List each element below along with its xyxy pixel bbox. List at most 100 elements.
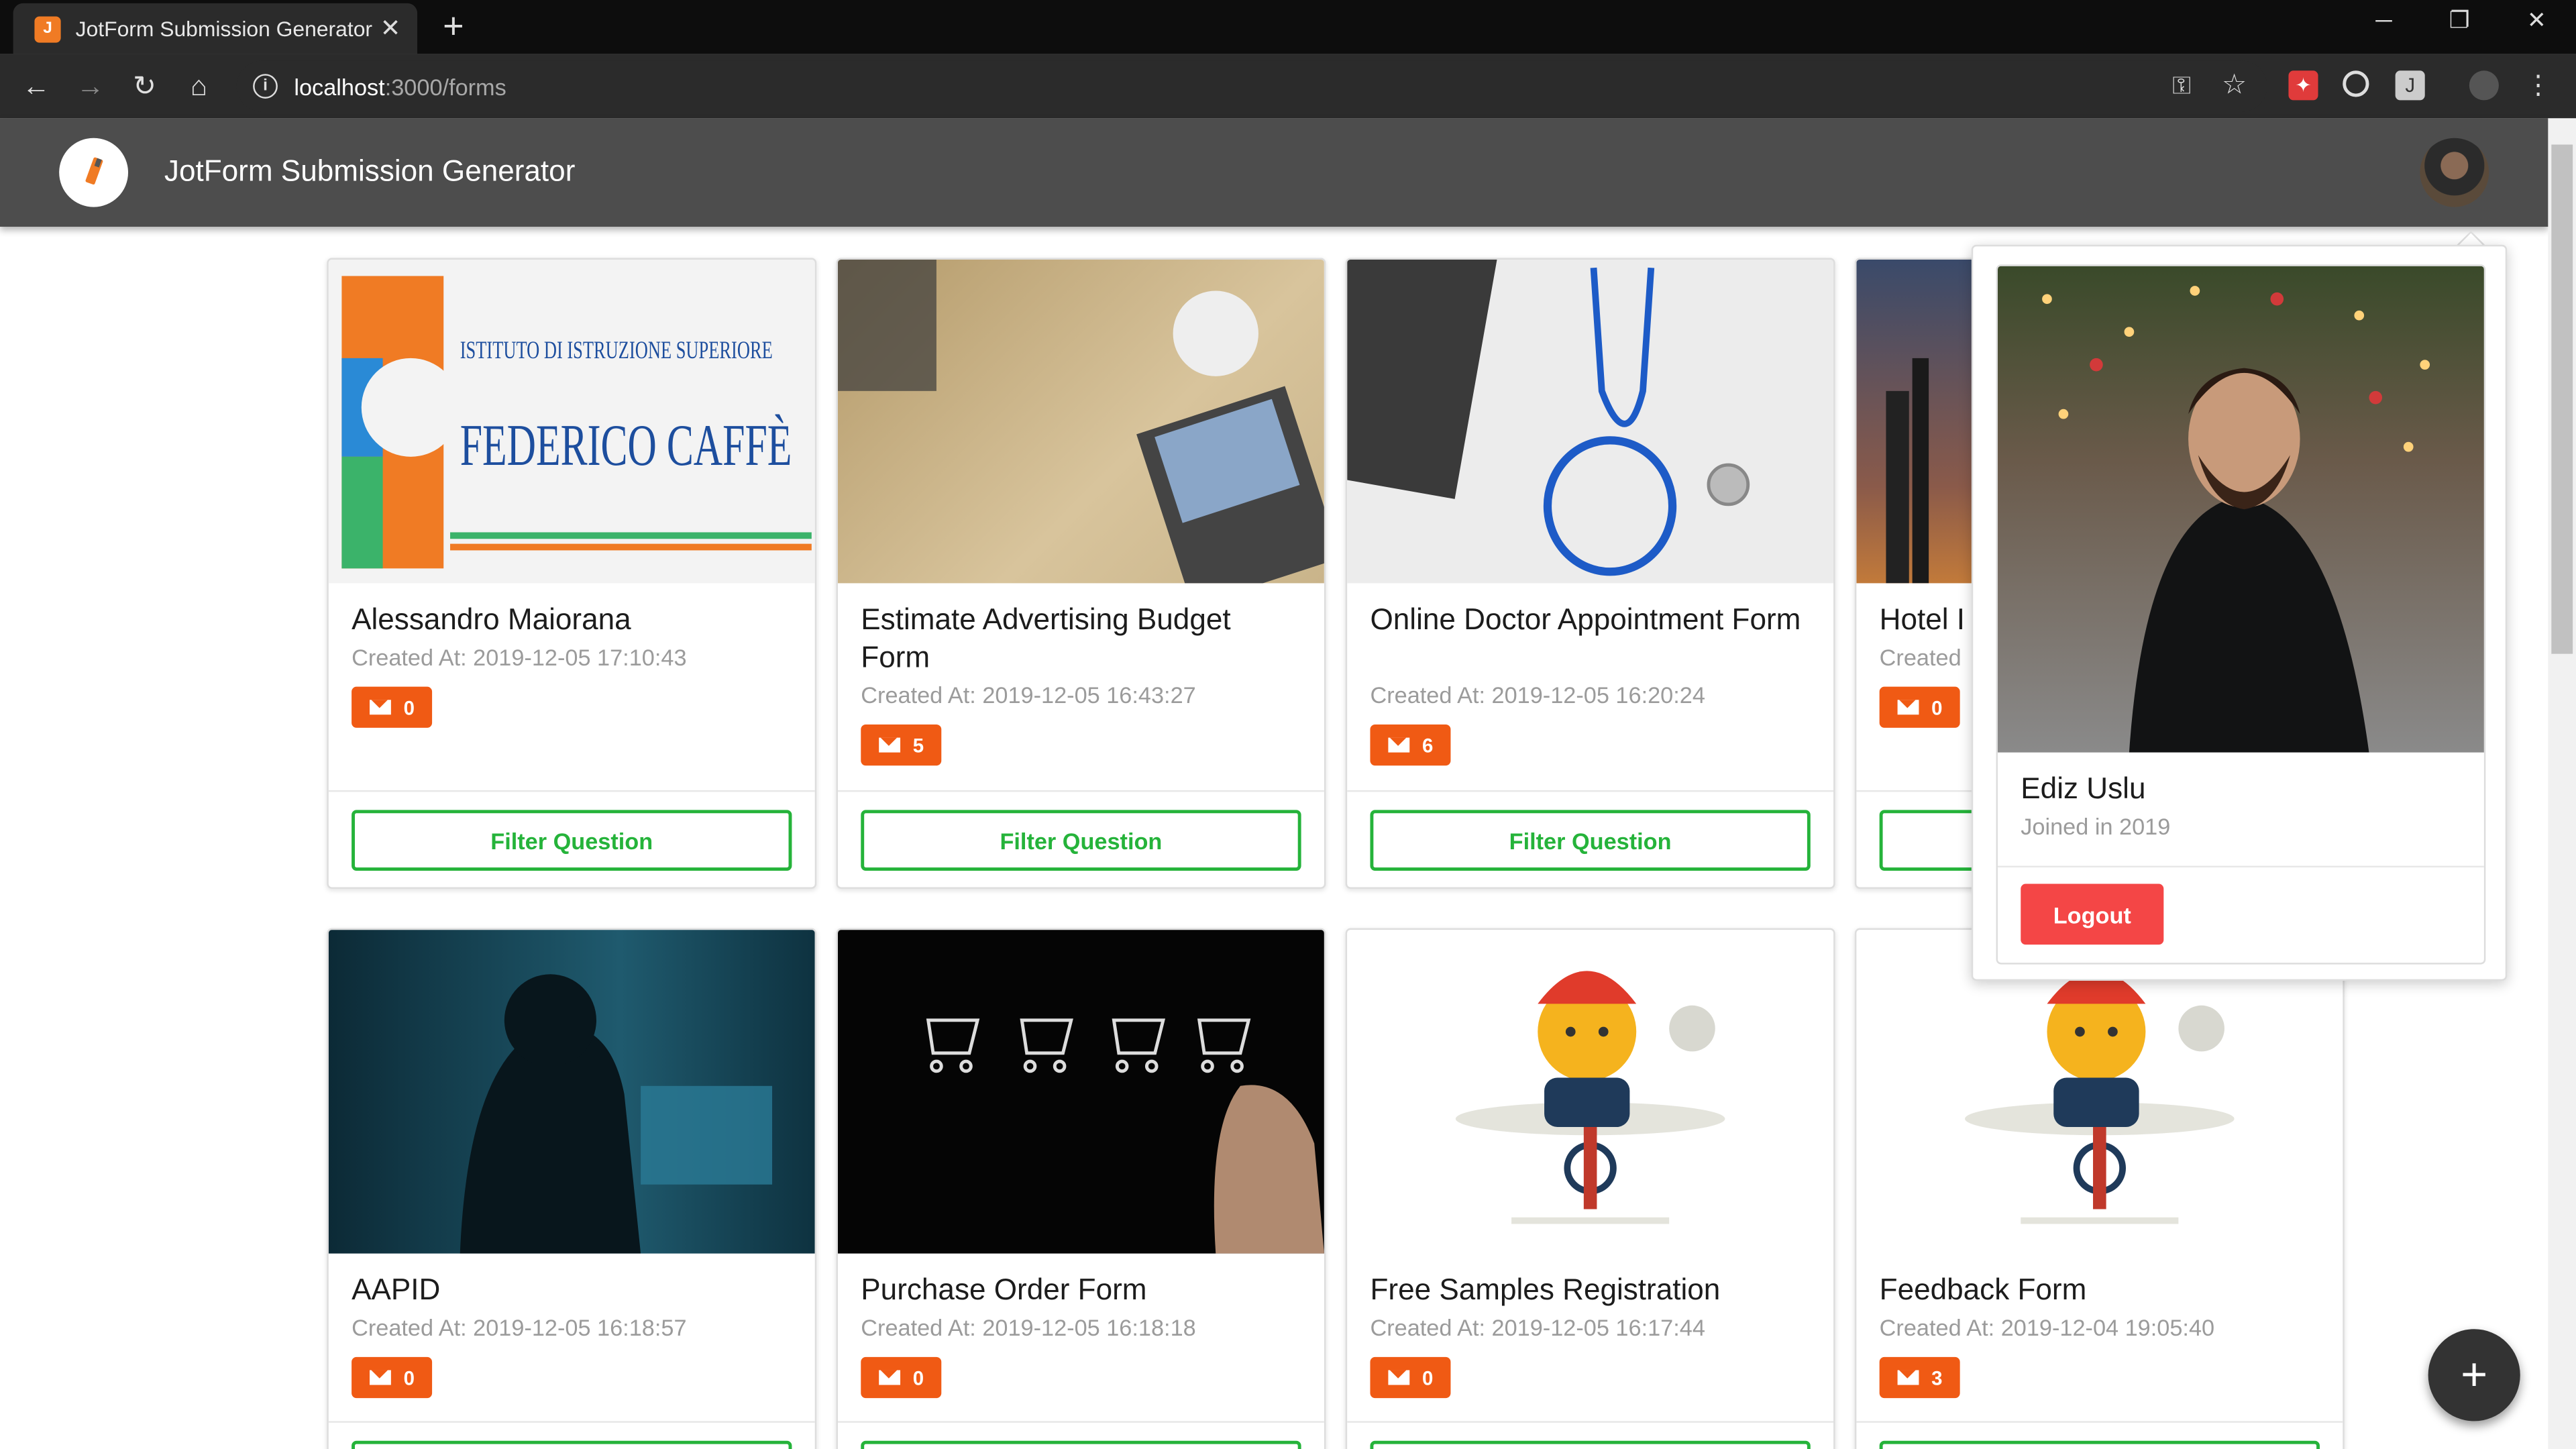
app-logo-icon[interactable] [59,138,129,207]
card-divider [1347,790,1834,792]
card-image [837,930,1324,1254]
card-title[interactable]: Feedback Form [1880,1272,2323,1309]
card-created-at: Created At: 2019-12-05 16:20:24 [1370,682,1705,708]
card-created-at: Created At: 2019-12-05 16:17:44 [1370,1314,1705,1341]
card-divider [837,1421,1324,1423]
close-window-icon[interactable]: ✕ [2514,7,2560,35]
submission-count: 3 [1931,1366,1943,1389]
profile-popup: Ediz Uslu Joined in 2019 Logout [1971,244,2508,981]
menu-icon[interactable]: ⋮ [2524,70,2553,101]
card-image [1347,930,1834,1254]
star-icon[interactable]: ☆ [2220,69,2249,101]
card-created-at: Created At: 2019-12-05 16:18:18 [861,1314,1196,1341]
submission-count-badge[interactable]: 0 [352,686,433,728]
extension-red-icon[interactable]: ✦ [2288,70,2318,101]
user-avatar[interactable] [2420,138,2489,207]
envelope-icon [1896,1370,1919,1385]
key-icon[interactable]: ⚿ [2167,70,2196,100]
site-info-icon[interactable]: i [253,74,278,99]
add-form-button[interactable]: + [2428,1329,2520,1421]
target-extension-icon[interactable] [2343,70,2369,97]
form-card: Estimate Advertising Budget Form Created… [836,258,1326,889]
envelope-icon [1896,700,1919,715]
card-image [1347,259,1834,584]
back-icon[interactable]: ← [18,69,54,105]
card-divider [837,790,1324,792]
profile-photo [1997,266,2484,753]
browser-tab[interactable]: J JotForm Submission Generator ✕ [13,3,418,54]
filter-question-button[interactable]: Filter Question [861,810,1301,871]
card-title[interactable]: Purchase Order Form [861,1272,1304,1309]
card-divider [1856,1421,2343,1423]
close-tab-icon[interactable]: ✕ [380,13,401,43]
envelope-icon [369,700,391,715]
card-divider [1347,1421,1834,1423]
card-title[interactable]: Online Doctor Appointment Form [1370,601,1813,639]
profile-avatar-icon[interactable] [2469,70,2499,101]
form-card: AAPID Created At: 2019-12-05 16:18:57 0 [327,928,817,1449]
submission-count-badge[interactable]: 5 [861,724,942,766]
filter-question-button[interactable] [352,1440,792,1449]
submission-count: 0 [1931,696,1943,719]
filter-question-button[interactable] [1879,1440,2320,1449]
envelope-icon [1387,737,1409,753]
browser-toolbar: ← → ↻ ⌂ i localhost:3000/forms ⚿ ☆ ✦ J ⋮ [0,54,2576,119]
submission-count: 0 [403,696,415,719]
profile-name: Ediz Uslu [2021,772,2146,806]
app-title: JotForm Submission Generator [164,154,576,188]
forward-icon[interactable]: → [72,69,109,105]
filter-question-button[interactable] [861,1440,1301,1449]
form-card: Feedback Form Created At: 2019-12-04 19:… [1854,928,2345,1449]
submission-count: 0 [1421,1366,1434,1389]
profile-divider [1997,865,2484,868]
submission-count: 5 [912,733,924,757]
image-school-name: ISTITUTO DI ISTRUZIONE SUPERIORE [460,338,773,365]
card-created-at: Created At: 2019-12-05 16:18:57 [352,1314,687,1341]
url-text: localhost:3000/forms [294,72,506,100]
envelope-icon [369,1370,391,1385]
reload-icon[interactable]: ↻ [127,69,163,105]
card-divider [328,1421,815,1423]
submission-count-badge[interactable]: 0 [1879,686,1960,728]
form-card: Purchase Order Form Created At: 2019-12-… [836,928,1326,1449]
profile-card: Ediz Uslu Joined in 2019 Logout [1996,264,2486,965]
card-title[interactable]: Free Samples Registration [1370,1272,1813,1309]
tab-title: JotForm Submission Generator [75,16,373,42]
home-icon[interactable]: ⌂ [180,69,217,105]
form-card: ISTITUTO DI ISTRUZIONE SUPERIORE FEDERIC… [327,258,817,889]
minimize-icon[interactable]: ─ [2361,7,2407,33]
card-created-at: Created At: 2019-12-04 19:05:40 [1879,1314,2215,1341]
jotform-extension-icon[interactable]: J [2395,70,2425,101]
card-image: ISTITUTO DI ISTRUZIONE SUPERIORE FEDERIC… [328,259,815,584]
envelope-icon [878,1370,900,1385]
form-card: Online Doctor Appointment Form Created A… [1345,258,1835,889]
card-title[interactable]: Estimate Advertising Budget Form [861,601,1304,677]
submission-count: 0 [403,1366,415,1389]
envelope-icon [878,737,900,753]
filter-question-button[interactable]: Filter Question [352,810,792,871]
scrollbar-thumb[interactable] [2551,144,2573,654]
address-bar[interactable]: i localhost:3000/forms [236,60,2267,112]
card-image [837,259,1324,606]
filter-question-button[interactable]: Filter Question [1370,810,1811,871]
card-title[interactable]: AAPID [352,1272,795,1309]
profile-joined: Joined in 2019 [2021,813,2171,840]
submission-count-badge[interactable]: 6 [1370,724,1451,766]
card-image [328,930,815,1254]
submission-count-badge[interactable]: 0 [1370,1356,1451,1399]
submission-count: 0 [912,1366,924,1389]
card-created-at: Created [1879,644,1962,671]
new-tab-button[interactable]: + [431,3,477,50]
card-title[interactable]: Alessandro Maiorana [352,601,795,639]
submission-count-badge[interactable]: 0 [352,1356,433,1399]
logout-button[interactable]: Logout [2021,883,2164,945]
restore-icon[interactable]: ❐ [2436,7,2483,35]
submission-count: 6 [1421,733,1434,757]
submission-count-badge[interactable]: 3 [1879,1356,1960,1399]
submission-count-badge[interactable]: 0 [861,1356,942,1399]
envelope-icon [1387,1370,1409,1385]
browser-tab-bar: J JotForm Submission Generator ✕ + ─ ❐ ✕ [0,0,2576,54]
form-card: Free Samples Registration Created At: 20… [1345,928,1835,1449]
filter-question-button[interactable] [1370,1440,1811,1449]
card-divider [328,790,815,792]
